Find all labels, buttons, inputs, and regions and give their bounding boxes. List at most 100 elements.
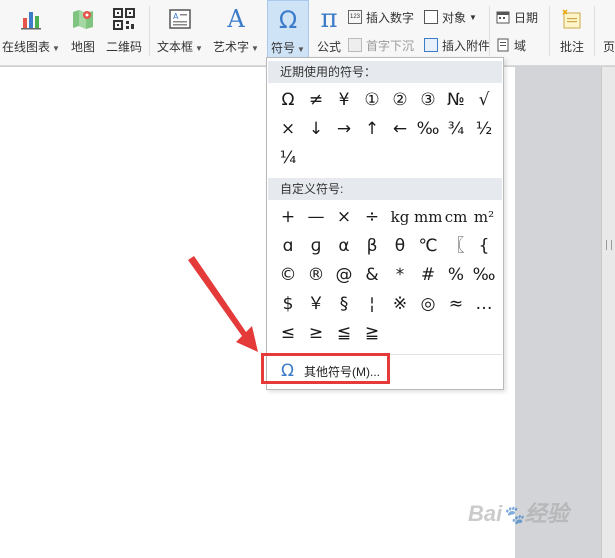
symbol-cell[interactable]: ◎ — [414, 290, 442, 318]
symbol-cell[interactable]: θ — [386, 232, 414, 260]
symbol-label: 符号 — [271, 41, 296, 55]
symbol-cell[interactable]: * — [386, 261, 414, 289]
field-button[interactable]: 域 — [496, 35, 526, 55]
custom-symbols-header: 自定义符号: — [268, 178, 502, 200]
field-icon — [497, 38, 509, 52]
toolbar-divider — [549, 6, 550, 56]
formula-label: 公式 — [316, 40, 341, 54]
symbol-cell[interactable]: ≦ — [330, 319, 358, 347]
symbol-cell[interactable]: ¥ — [330, 86, 358, 114]
symbol-cell[interactable]: Ω — [274, 86, 302, 114]
qrcode-label: 二维码 — [105, 40, 142, 54]
symbol-cell[interactable]: ¾ — [442, 115, 470, 143]
symbol-cell[interactable]: mm — [414, 203, 442, 231]
date-button[interactable]: 日期 — [496, 7, 538, 27]
svg-text:A: A — [173, 12, 179, 21]
symbol-cell[interactable]: ※ — [386, 290, 414, 318]
vertical-scrollbar[interactable] — [601, 67, 615, 558]
symbol-cell[interactable]: ® — [302, 261, 330, 289]
symbol-cell[interactable]: ≥ — [302, 319, 330, 347]
symbol-cell[interactable]: © — [274, 261, 302, 289]
symbol-cell[interactable]: + — [274, 203, 302, 231]
page-button-partial[interactable]: 页 — [599, 0, 615, 62]
symbol-cell[interactable]: α — [330, 232, 358, 260]
symbol-cell[interactable]: ¦ — [358, 290, 386, 318]
insert-number-button[interactable]: 123 插入数字 — [348, 7, 414, 27]
textbox-icon: A — [169, 9, 191, 29]
symbol-cell[interactable]: ℃ — [414, 232, 442, 260]
symbol-cell[interactable]: @ — [330, 261, 358, 289]
symbol-cell[interactable]: × — [274, 115, 302, 143]
formula-button[interactable]: π 公式 — [312, 0, 346, 62]
chevron-down-icon: ▼ — [52, 44, 60, 53]
online-chart-button[interactable]: 在线图表 ▼ — [0, 0, 62, 62]
symbol-cell[interactable]: β — [358, 232, 386, 260]
highlight-box — [261, 353, 390, 384]
drop-cap-button[interactable]: 首字下沉 — [348, 35, 414, 55]
symbol-cell[interactable]: m² — [470, 203, 498, 231]
symbol-cell[interactable]: $ — [274, 290, 302, 318]
symbol-cell[interactable]: ② — [386, 86, 414, 114]
symbol-cell[interactable]: ¼ — [274, 144, 302, 172]
symbol-cell[interactable]: ‰ — [414, 115, 442, 143]
object-icon — [424, 10, 438, 24]
symbol-cell[interactable]: … — [470, 290, 498, 318]
symbol-cell[interactable]: ½ — [470, 115, 498, 143]
symbol-cell[interactable]: ① — [358, 86, 386, 114]
wordart-button[interactable]: A 艺术字 ▼ — [209, 0, 263, 62]
symbol-cell[interactable]: ≈ — [442, 290, 470, 318]
symbol-cell[interactable]: kg — [386, 203, 414, 231]
symbol-cell[interactable]: % — [442, 261, 470, 289]
chevron-down-icon: ▼ — [297, 45, 305, 54]
date-label: 日期 — [514, 10, 539, 25]
symbol-cell[interactable]: ③ — [414, 86, 442, 114]
symbol-cell[interactable]: → — [330, 115, 358, 143]
symbol-cell[interactable]: ≤ — [274, 319, 302, 347]
symbol-cell[interactable]: ↑ — [358, 115, 386, 143]
symbol-cell[interactable]: ÷ — [358, 203, 386, 231]
chevron-down-icon: ▼ — [251, 44, 259, 53]
comment-button[interactable]: 批注 — [554, 0, 590, 62]
symbol-cell[interactable]: ɡ — [302, 232, 330, 260]
toolbar-divider — [149, 6, 150, 56]
map-button[interactable]: 地图 — [66, 0, 100, 62]
comment-icon — [562, 9, 581, 29]
toolbar-divider — [594, 6, 595, 56]
symbol-cell[interactable]: — — [302, 203, 330, 231]
symbol-button[interactable]: Ω 符号 ▼ — [267, 0, 309, 62]
watermark-text-2: 经验 — [524, 501, 569, 526]
symbol-cell[interactable]: ≧ — [358, 319, 386, 347]
map-label: 地图 — [70, 40, 95, 54]
chevron-down-icon: ▼ — [195, 44, 203, 53]
symbol-cell[interactable]: ‰ — [470, 261, 498, 289]
attachment-icon — [424, 38, 438, 52]
comment-label: 批注 — [559, 40, 584, 54]
symbol-cell[interactable]: ↓ — [302, 115, 330, 143]
textbox-button[interactable]: A 文本框 ▼ — [154, 0, 206, 62]
symbol-cell[interactable]: & — [358, 261, 386, 289]
symbol-cell[interactable]: № — [442, 86, 470, 114]
object-button[interactable]: 对象 ▼ — [424, 7, 477, 27]
symbol-cell[interactable]: ← — [386, 115, 414, 143]
paw-icon: 🐾 — [502, 505, 525, 525]
symbol-cell[interactable]: # — [414, 261, 442, 289]
field-label: 域 — [514, 38, 527, 53]
drop-cap-icon — [348, 38, 362, 52]
symbol-cell[interactable]: ￥ — [302, 290, 330, 318]
scroll-grip-icon[interactable] — [606, 240, 612, 250]
qrcode-button[interactable]: 二维码 — [104, 0, 144, 62]
insert-attachment-button[interactable]: 插入附件 — [424, 35, 490, 55]
symbol-cell[interactable]: § — [330, 290, 358, 318]
omega-icon: Ω — [278, 6, 298, 34]
symbol-cell[interactable]: 〖 — [442, 232, 470, 260]
symbol-cell[interactable]: { — [470, 232, 498, 260]
symbol-cell[interactable]: ≠ — [302, 86, 330, 114]
symbol-cell[interactable]: × — [330, 203, 358, 231]
online-chart-label: 在线图表 — [2, 40, 51, 54]
page-label: 页 — [603, 40, 615, 54]
symbol-cell[interactable]: √ — [470, 86, 498, 114]
recent-symbols-header: 近期使用的符号： — [268, 61, 502, 83]
symbol-cell[interactable]: ɑ — [274, 232, 302, 260]
symbol-cell[interactable]: cm — [442, 203, 470, 231]
chevron-down-icon: ▼ — [469, 12, 477, 22]
